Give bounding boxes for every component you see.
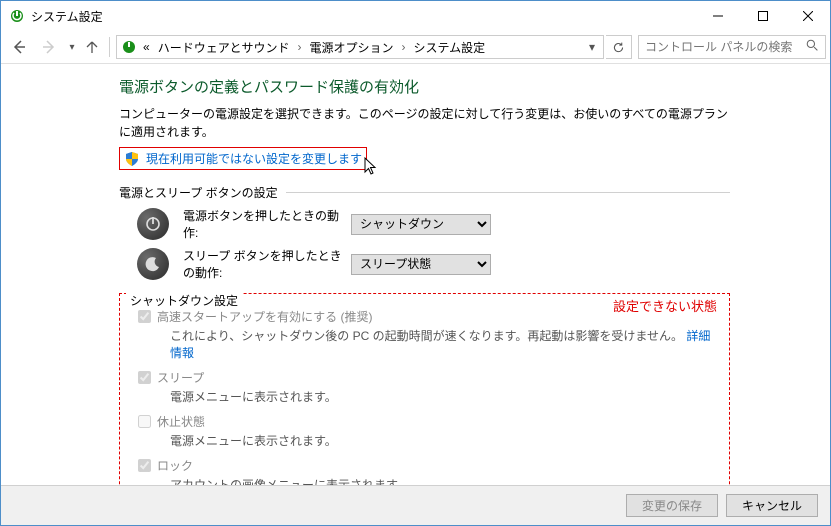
- footer: 変更の保存 キャンセル: [1, 485, 830, 525]
- hibernate-label: 休止状態: [157, 413, 205, 430]
- hibernate-checkbox[interactable]: [138, 415, 151, 428]
- fast-startup-item: 高速スタートアップを有効にする (推奨) これにより、シャットダウン後の PC …: [138, 308, 719, 361]
- cancel-button[interactable]: キャンセル: [726, 494, 818, 517]
- breadcrumb-prefix[interactable]: «: [141, 40, 152, 54]
- hibernate-desc: 電源メニューに表示されます。: [138, 432, 719, 449]
- sleep-label: スリープ: [157, 369, 204, 386]
- power-options-icon: [9, 8, 25, 24]
- page-heading: 電源ボタンの定義とパスワード保護の有効化: [119, 76, 730, 97]
- address-dropdown[interactable]: ▾: [585, 40, 599, 54]
- power-options-icon: [121, 39, 137, 55]
- breadcrumb-item[interactable]: 電源オプション: [307, 39, 395, 56]
- breadcrumb-item[interactable]: ハードウェアとサウンド: [156, 39, 292, 56]
- separator: [109, 37, 110, 57]
- fast-startup-checkbox[interactable]: [138, 310, 151, 323]
- content-area: 電源ボタンの定義とパスワード保護の有効化 コンピューターの電源設定を選択できます…: [1, 64, 830, 504]
- cursor-icon: [364, 157, 380, 181]
- sleep-checkbox[interactable]: [138, 371, 151, 384]
- window-title: システム設定: [31, 8, 103, 25]
- fast-startup-desc: これにより、シャットダウン後の PC の起動時間が速くなります。再起動は影響を受…: [138, 327, 719, 361]
- buttons-subheading: 電源とスリープ ボタンの設定: [119, 184, 730, 201]
- save-button[interactable]: 変更の保存: [626, 494, 718, 517]
- change-unavailable-link[interactable]: 現在利用可能ではない設定を変更します: [146, 150, 362, 167]
- chevron-right-icon[interactable]: ›: [295, 40, 303, 54]
- address-bar[interactable]: « ハードウェアとサウンド › 電源オプション › システム設定 ▾: [116, 35, 604, 59]
- search-input[interactable]: [643, 39, 821, 55]
- recent-dropdown[interactable]: ▾: [65, 35, 79, 59]
- sleep-button-combo[interactable]: スリープ状態: [351, 254, 491, 275]
- lock-checkbox[interactable]: [138, 459, 151, 472]
- shutdown-settings-group: シャットダウン設定 設定できない状態 高速スタートアップを有効にする (推奨) …: [119, 293, 730, 504]
- search-icon[interactable]: [806, 39, 819, 55]
- search-box[interactable]: [638, 35, 826, 59]
- minimize-button[interactable]: [695, 1, 740, 31]
- chevron-right-icon[interactable]: ›: [399, 40, 407, 54]
- page-description: コンピューターの電源設定を選択できます。このページの設定に対して行う変更は、お使…: [119, 105, 730, 141]
- navbar: ▾ « ハードウェアとサウンド › 電源オプション › システム設定 ▾: [1, 31, 830, 63]
- fast-startup-label: 高速スタートアップを有効にする (推奨): [157, 308, 372, 325]
- uac-shield-icon: [124, 151, 140, 167]
- sleep-button-row: スリープ ボタンを押したときの動作: スリープ状態: [119, 247, 730, 281]
- maximize-button[interactable]: [740, 1, 785, 31]
- titlebar: システム設定: [1, 1, 830, 31]
- back-button[interactable]: [5, 35, 33, 59]
- shutdown-heading: シャットダウン設定: [126, 292, 242, 309]
- close-button[interactable]: [785, 1, 830, 31]
- hibernate-item: 休止状態 電源メニューに表示されます。: [138, 413, 719, 449]
- refresh-button[interactable]: [606, 35, 632, 59]
- sleep-item: スリープ 電源メニューに表示されます。: [138, 369, 719, 405]
- power-button-label: 電源ボタンを押したときの動作:: [183, 207, 351, 241]
- sleep-button-label: スリープ ボタンを押したときの動作:: [183, 247, 351, 281]
- power-button-row: 電源ボタンを押したときの動作: シャットダウン: [119, 207, 730, 241]
- lock-label: ロック: [157, 457, 193, 474]
- power-button-combo[interactable]: シャットダウン: [351, 214, 491, 235]
- forward-button[interactable]: [35, 35, 63, 59]
- power-icon: [137, 208, 169, 240]
- change-unavailable-row: 現在利用可能ではない設定を変更します: [119, 147, 367, 170]
- up-button[interactable]: [81, 35, 103, 59]
- sleep-icon: [137, 248, 169, 280]
- disabled-annotation: 設定できない状態: [613, 296, 717, 315]
- sleep-desc: 電源メニューに表示されます。: [138, 388, 719, 405]
- breadcrumb-item[interactable]: システム設定: [411, 39, 487, 56]
